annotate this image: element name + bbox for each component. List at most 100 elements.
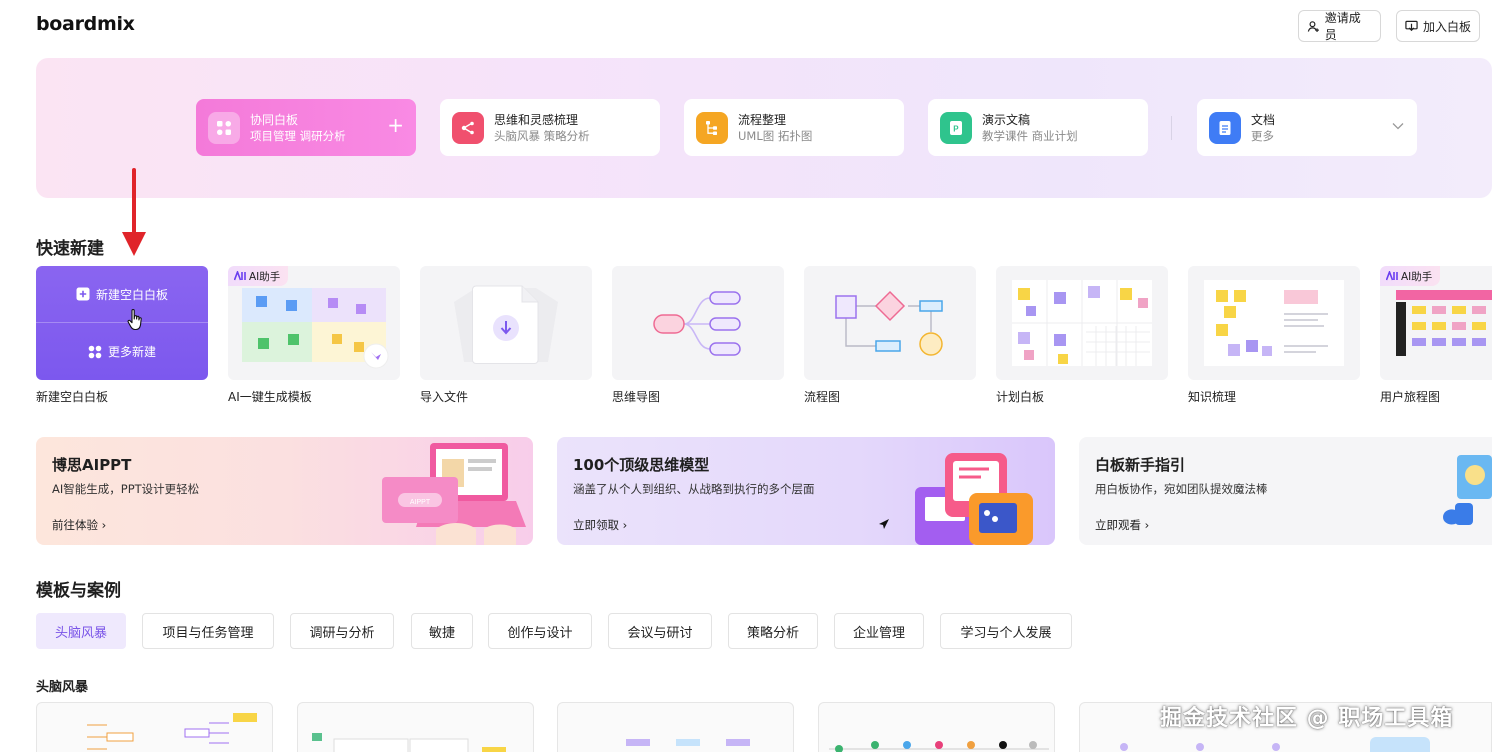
type-card-title: 流程整理 bbox=[738, 112, 787, 127]
brainstorm-subsection-title: 头脑风暴 bbox=[36, 680, 89, 695]
ai-badge-label: AI助手 bbox=[249, 270, 281, 283]
new-blank-board-label: 新建空白白板 bbox=[95, 287, 168, 302]
ai-badge-label: AI助手 bbox=[1401, 270, 1433, 283]
type-card-subtitle: 头脑风暴 策略分析 bbox=[494, 128, 590, 143]
promo-subtitle: 用白板协作，宛如团队提效魔法棒 bbox=[1095, 482, 1268, 496]
join-board-icon bbox=[1405, 20, 1418, 31]
user-journey-card[interactable]: AI助手 bbox=[1380, 266, 1492, 380]
import-file-card[interactable] bbox=[420, 266, 592, 380]
divider bbox=[1171, 116, 1172, 140]
template-thumbnail[interactable] bbox=[818, 702, 1055, 752]
user-icon bbox=[1307, 20, 1319, 32]
template-preview bbox=[829, 741, 1049, 752]
flow-icon bbox=[696, 111, 728, 144]
type-card-mindmap[interactable]: 思维和灵感梳理 头脑风暴 策略分析 bbox=[440, 99, 660, 156]
join-board-button[interactable]: 加入白板 bbox=[1396, 10, 1480, 42]
promo-link[interactable]: 立即观看 › bbox=[1095, 517, 1149, 533]
quick-create-label: 用户旅程图 bbox=[1380, 390, 1441, 404]
quick-create-label: 思维导图 bbox=[612, 390, 661, 404]
tab-research[interactable]: 调研与分析 bbox=[290, 613, 394, 649]
tab-brainstorm[interactable]: 头脑风暴 bbox=[36, 613, 126, 649]
grid-icon bbox=[88, 345, 102, 358]
promo-beginner-guide[interactable]: 白板新手指引 用白板协作，宛如团队提效魔法棒 立即观看 › bbox=[1079, 437, 1492, 545]
quick-create-label: 导入文件 bbox=[420, 390, 469, 404]
ai-logo-icon bbox=[1386, 271, 1398, 281]
type-card-flow[interactable]: 流程整理 UML图 拓扑图 bbox=[684, 99, 904, 156]
watermark-text: 掘金技术社区 @ 职场工具箱 bbox=[1160, 706, 1454, 731]
type-card-subtitle: 教学课件 商业计划 bbox=[982, 128, 1078, 143]
new-blank-board-card: 新建空白白板 更多新建 bbox=[36, 266, 208, 380]
presentation-icon: P bbox=[940, 111, 972, 144]
tab-learning[interactable]: 学习与个人发展 bbox=[940, 613, 1072, 649]
promo-subtitle: AI智能生成，PPT设计更轻松 bbox=[52, 482, 200, 496]
promo-link[interactable]: 前往体验 › bbox=[52, 517, 106, 533]
type-card-title: 思维和灵感梳理 bbox=[494, 112, 579, 127]
tab-meetings[interactable]: 会议与研讨 bbox=[608, 613, 712, 649]
quick-create-label: 流程图 bbox=[804, 390, 841, 404]
more-new-button[interactable]: 更多新建 bbox=[36, 323, 208, 380]
flowchart-thumbnail bbox=[835, 290, 943, 356]
quick-create-label: AI一键生成模板 bbox=[228, 390, 312, 404]
tab-project-task[interactable]: 项目与任务管理 bbox=[142, 613, 274, 649]
new-blank-board-button[interactable]: 新建空白白板 bbox=[36, 266, 208, 323]
knowledge-thumbnail bbox=[1204, 280, 1344, 366]
quick-create-label: 知识梳理 bbox=[1188, 390, 1237, 404]
mindmap-card[interactable] bbox=[612, 266, 784, 380]
type-card-title: 文档 bbox=[1251, 112, 1276, 127]
quick-create-title: 快速新建 bbox=[36, 239, 104, 259]
ai-assistant-badge: AI助手 bbox=[228, 266, 289, 286]
promo-link-label: 前往体验 bbox=[52, 518, 98, 532]
template-preview bbox=[626, 739, 750, 746]
promo-aippt[interactable]: 博思AIPPT AI智能生成，PPT设计更轻松 前往体验 › AIPPT bbox=[36, 437, 533, 545]
type-card-subtitle: 更多 bbox=[1251, 128, 1274, 143]
type-card-subtitle: 项目管理 调研分析 bbox=[250, 128, 346, 143]
aippt-illustration: AIPPT bbox=[382, 443, 526, 545]
template-thumbnail[interactable] bbox=[297, 702, 534, 752]
template-thumbnail[interactable] bbox=[557, 702, 794, 752]
mindmap-thumbnail bbox=[653, 291, 741, 356]
plan-board-card[interactable] bbox=[996, 266, 1168, 380]
type-card-title: 演示文稿 bbox=[982, 112, 1031, 127]
document-icon bbox=[1209, 111, 1241, 144]
type-card-presentation[interactable]: P 演示文稿 教学课件 商业计划 bbox=[928, 99, 1148, 156]
aippt-mock-label: AIPPT bbox=[410, 499, 431, 506]
ai-assistant-badge: AI助手 bbox=[1380, 266, 1441, 286]
tab-enterprise[interactable]: 企业管理 bbox=[834, 613, 924, 649]
hero-banner: 协同白板 项目管理 调研分析 + 思维和灵感梳理 头脑风暴 策略分析 流程整理 … bbox=[36, 58, 1492, 198]
top-header: boardmix 邀请成员 加入白板 bbox=[0, 0, 1492, 52]
plus-square-icon bbox=[76, 287, 90, 301]
promo-link[interactable]: 立即领取 › bbox=[573, 517, 627, 533]
promo-title: 博思AIPPT bbox=[52, 456, 132, 474]
promo-subtitle: 涵盖了从个人到组织、从战略到执行的多个层面 bbox=[573, 482, 815, 496]
mindmap-icon bbox=[452, 111, 484, 144]
knowledge-card[interactable] bbox=[1188, 266, 1360, 380]
chevron-down-icon[interactable] bbox=[1391, 119, 1405, 133]
invite-members-button[interactable]: 邀请成员 bbox=[1298, 10, 1381, 42]
pointer-cursor-icon bbox=[879, 519, 889, 529]
promo-thinking-models[interactable]: 100个顶级思维模型 涵盖了从个人到组织、从战略到执行的多个层面 立即领取 › bbox=[557, 437, 1055, 545]
type-card-collab-whiteboard[interactable]: 协同白板 项目管理 调研分析 + bbox=[196, 99, 416, 156]
tab-agile[interactable]: 敏捷 bbox=[411, 613, 473, 649]
tab-creative-design[interactable]: 创作与设计 bbox=[488, 613, 592, 649]
templates-title: 模板与案例 bbox=[36, 581, 121, 601]
type-card-document[interactable]: 文档 更多 bbox=[1197, 99, 1417, 156]
plus-icon[interactable]: + bbox=[387, 115, 404, 135]
flowchart-card[interactable] bbox=[804, 266, 976, 380]
invite-members-label: 邀请成员 bbox=[1324, 11, 1361, 42]
quick-create-label: 计划白板 bbox=[996, 390, 1045, 404]
type-card-subtitle: UML图 拓扑图 bbox=[738, 128, 813, 143]
join-board-label: 加入白板 bbox=[1423, 19, 1472, 34]
tab-strategy[interactable]: 策略分析 bbox=[728, 613, 818, 649]
boardmix-logo[interactable]: boardmix bbox=[36, 13, 135, 35]
ai-template-card[interactable]: AI助手 bbox=[228, 266, 400, 380]
red-arrow-annotation bbox=[122, 168, 146, 256]
svg-text:P: P bbox=[953, 124, 959, 133]
template-thumbnail[interactable] bbox=[36, 702, 273, 752]
import-file-thumbnail bbox=[454, 285, 558, 364]
more-new-label: 更多新建 bbox=[107, 345, 156, 359]
folders-illustration bbox=[915, 453, 1033, 545]
hand-cursor-icon bbox=[127, 309, 142, 331]
template-preview bbox=[312, 733, 506, 752]
promo-link-label: 立即领取 bbox=[573, 518, 619, 532]
plan-board-thumbnail bbox=[1012, 280, 1152, 366]
